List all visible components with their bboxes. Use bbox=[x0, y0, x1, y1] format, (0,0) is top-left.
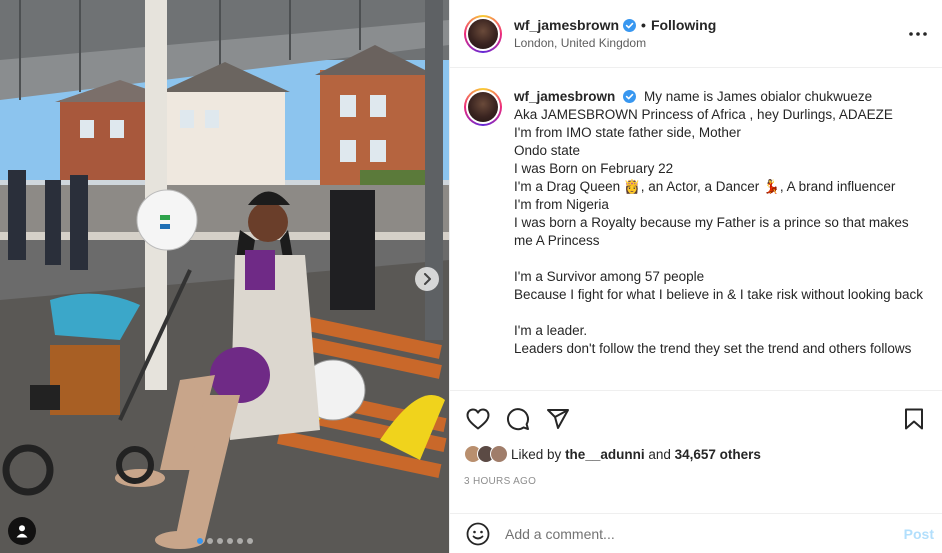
comment-input[interactable] bbox=[505, 525, 904, 542]
following-button[interactable]: Following bbox=[651, 17, 716, 33]
caption-username[interactable]: wf_jamesbrown bbox=[514, 89, 615, 104]
chevron-right-icon bbox=[424, 273, 431, 285]
user-tag-icon bbox=[16, 525, 28, 538]
carousel-dot bbox=[236, 538, 243, 544]
carousel-indicator bbox=[0, 538, 449, 544]
liked-by-user[interactable]: the__adunni bbox=[565, 447, 645, 462]
caption-line: I was born a Royalty because my Father i… bbox=[514, 215, 909, 248]
heart-icon bbox=[466, 408, 490, 430]
carousel-dot bbox=[246, 538, 253, 544]
comment-bar: Post bbox=[450, 513, 942, 553]
caption-first-line: My name is James obialor chukwueze bbox=[644, 89, 873, 104]
caption-line: Aka JAMESBROWN Princess of Africa , hey … bbox=[514, 107, 893, 122]
caption-blank-line bbox=[514, 304, 928, 322]
share-icon bbox=[547, 409, 569, 429]
carousel-dot bbox=[206, 538, 213, 544]
post-photo[interactable] bbox=[0, 0, 449, 553]
post-header: wf_jamesbrown • Following London, United… bbox=[450, 0, 942, 68]
verified-badge-icon bbox=[623, 18, 637, 32]
post-timestamp[interactable]: 3 HOURS AGO bbox=[464, 476, 928, 487]
liked-by-middle: and bbox=[648, 446, 671, 462]
share-button[interactable] bbox=[544, 405, 572, 433]
liked-by-prefix: Liked by bbox=[511, 446, 562, 462]
caption-avatar[interactable] bbox=[464, 88, 502, 126]
liker-avatars[interactable] bbox=[464, 445, 508, 463]
header-separator: • bbox=[641, 17, 646, 33]
caption-line: Ondo state bbox=[514, 143, 581, 158]
caption-line: I'm from IMO state father side, Mother bbox=[514, 125, 741, 140]
post-actions: Liked by the__adunni and 34,657 others 3… bbox=[450, 390, 942, 487]
post-dialog: wf_jamesbrown • Following London, United… bbox=[0, 0, 942, 553]
avatar[interactable] bbox=[464, 14, 502, 53]
caption-area: wf_jamesbrown My name is James obialor c… bbox=[450, 68, 942, 390]
comment-icon bbox=[507, 408, 529, 431]
caption-line: I'm a Drag Queen 👸, an Actor, a Dancer 💃… bbox=[514, 179, 896, 194]
carousel-dot bbox=[216, 538, 223, 544]
carousel-next-button[interactable] bbox=[415, 267, 439, 291]
more-options-icon bbox=[909, 32, 927, 36]
verified-badge-icon bbox=[619, 90, 637, 103]
caption-line: I was Born on February 22 bbox=[514, 161, 674, 176]
caption-line: I'm a leader. bbox=[514, 323, 588, 338]
likes-summary: Liked by the__adunni and 34,657 others bbox=[464, 445, 928, 463]
caption-line: I'm a Survivor among 57 people bbox=[514, 269, 705, 284]
carousel-dot bbox=[226, 538, 233, 544]
photo-image bbox=[0, 0, 449, 553]
carousel-dot bbox=[196, 538, 203, 544]
caption-line: Because I fight for what I believe in & … bbox=[514, 287, 923, 302]
post-comment-button[interactable]: Post bbox=[904, 526, 934, 542]
comment-button[interactable] bbox=[504, 405, 532, 433]
likes-count[interactable]: 34,657 others bbox=[675, 447, 761, 462]
like-button[interactable] bbox=[464, 405, 492, 433]
caption-blank-line bbox=[514, 250, 928, 268]
more-options-button[interactable] bbox=[906, 22, 930, 46]
location-link[interactable]: London, United Kingdom bbox=[514, 36, 716, 50]
caption-line: Leaders don't follow the trend they set … bbox=[514, 341, 912, 356]
post-panel: wf_jamesbrown • Following London, United… bbox=[449, 0, 942, 553]
header-username[interactable]: wf_jamesbrown bbox=[514, 17, 619, 33]
save-button[interactable] bbox=[900, 405, 928, 433]
bookmark-icon bbox=[905, 408, 923, 430]
emoji-icon bbox=[466, 522, 490, 545]
caption-line: I'm from Nigeria bbox=[514, 197, 609, 212]
caption-text: wf_jamesbrown My name is James obialor c… bbox=[514, 88, 928, 390]
emoji-button[interactable] bbox=[465, 521, 491, 547]
